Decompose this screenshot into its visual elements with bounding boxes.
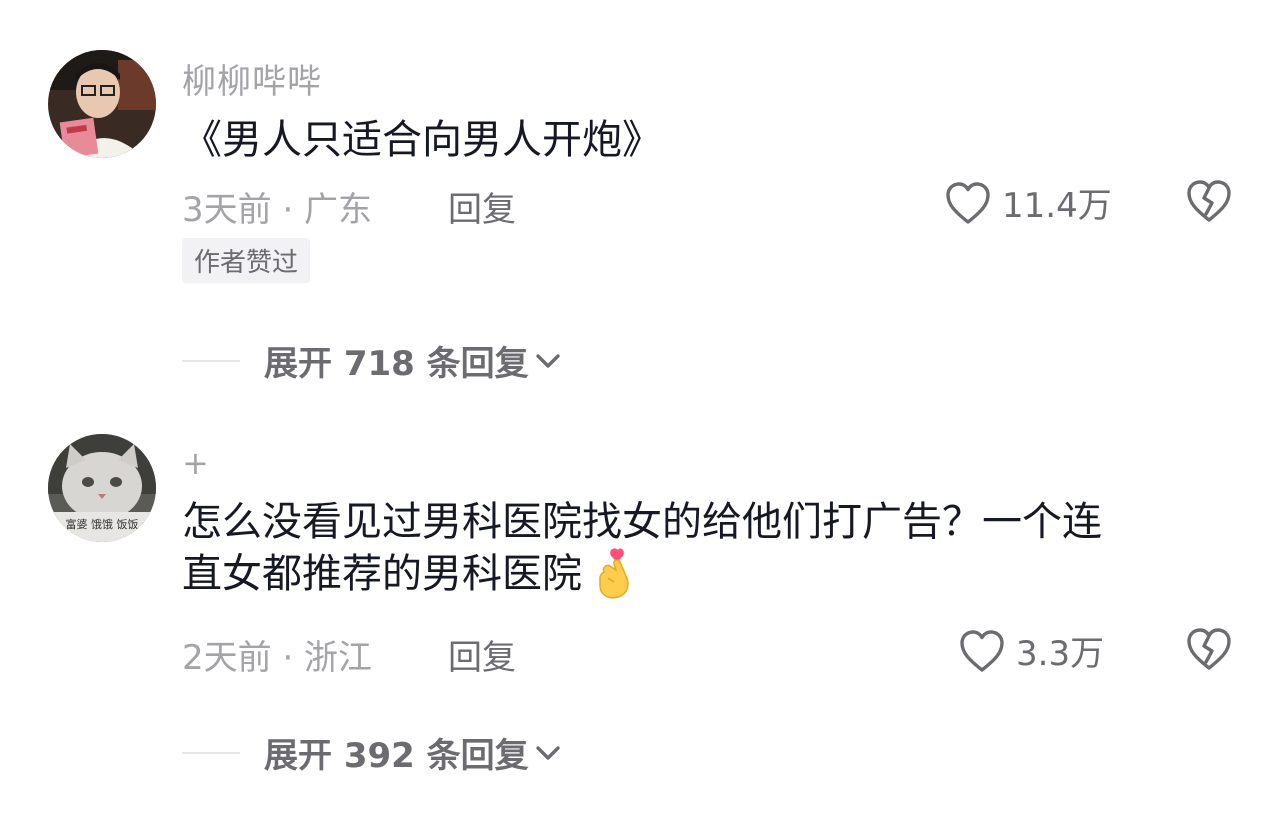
like-button[interactable]: 3.3万 — [958, 626, 1104, 675]
comment-text: 怎么没看见过男科医院找女的给他们打广告？一个连 直女都推荐的男科医院 — [182, 496, 1102, 600]
divider — [182, 751, 240, 754]
chevron-down-icon — [535, 353, 560, 368]
chevron-down-icon — [535, 745, 560, 760]
broken-heart-icon — [1187, 180, 1231, 222]
comment-text-line: 直女都推荐的男科医院 — [182, 551, 582, 597]
dislike-button[interactable] — [1184, 178, 1234, 228]
heart-hands-emoji-icon — [599, 548, 629, 599]
time-location: 3天前 · 广东 — [182, 190, 373, 230]
username[interactable]: + — [182, 444, 210, 482]
expand-replies-button[interactable]: 展开 392 条回复 — [182, 728, 561, 777]
expand-replies-label: 展开 718 条回复 — [264, 344, 529, 384]
comment-text-row: 直女都推荐的男科医院 — [182, 548, 1102, 600]
time-location: 2天前 · 浙江 — [182, 638, 373, 678]
username[interactable]: 柳柳哔哔 — [182, 54, 322, 103]
like-button[interactable]: 11.4万 — [944, 178, 1112, 227]
avatar[interactable]: 富婆 饿饿 饭饭 — [48, 434, 156, 542]
broken-heart-icon — [1187, 628, 1231, 670]
avatar-caption: 富婆 饿饿 饭饭 — [65, 518, 139, 531]
comment-text-line: 怎么没看见过男科医院找女的给他们打广告？一个连 — [182, 499, 1102, 545]
avatar[interactable] — [48, 50, 156, 158]
expand-replies-button[interactable]: 展开 718 条回复 — [182, 336, 561, 385]
heart-icon — [946, 181, 990, 224]
expand-replies-label: 展开 392 条回复 — [264, 736, 529, 776]
reply-button[interactable]: 回复 — [448, 630, 516, 679]
like-count: 3.3万 — [1016, 634, 1105, 674]
like-count: 11.4万 — [1002, 186, 1112, 226]
comment-text-line: 《男人只适合向男人开炮》 — [182, 117, 662, 163]
heart-icon — [960, 629, 1004, 672]
divider — [182, 359, 240, 362]
reply-button[interactable]: 回复 — [448, 182, 516, 231]
comment-list: 柳柳哔哔 《男人只适合向男人开炮》 3天前 · 广东 回复 11.4万 作者赞过… — [0, 0, 1284, 827]
author-liked-badge: 作者赞过 — [182, 238, 311, 283]
comment-text: 《男人只适合向男人开炮》 — [182, 114, 662, 166]
dislike-button[interactable] — [1184, 626, 1234, 676]
